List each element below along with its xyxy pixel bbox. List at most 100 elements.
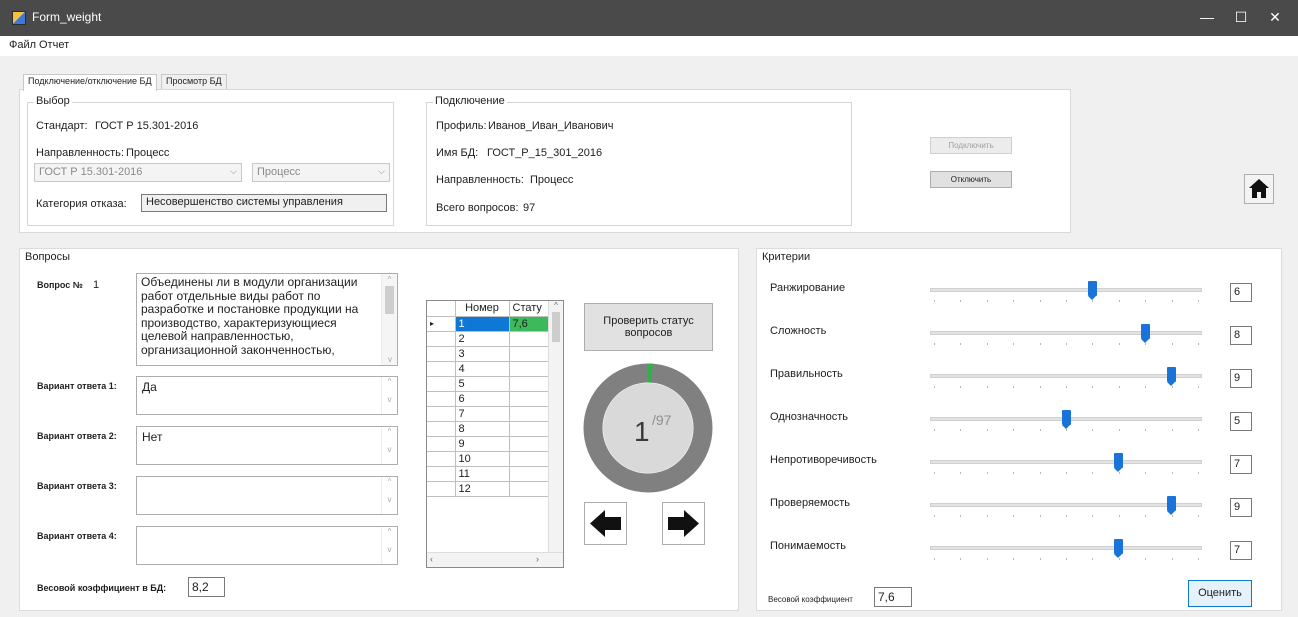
category-field[interactable]: Несовершенство системы управления [141,194,387,212]
criterion-slider[interactable] [930,503,1202,507]
criterion-value[interactable]: 8 [1230,326,1252,345]
slider-thumb[interactable] [1087,281,1097,300]
grid-cell-number[interactable]: 9 [454,435,510,452]
answer-2-field[interactable]: Нет ^ v [136,426,398,465]
table-row[interactable]: 9 [427,435,550,452]
answer-4-scrollbar[interactable]: ^ v [381,527,397,564]
table-row[interactable]: 3 [427,345,550,362]
grid-cell-number[interactable]: 2 [454,330,510,347]
row-header[interactable] [427,405,456,422]
grid-h-scrollbar[interactable]: ‹ › [427,552,563,567]
row-header[interactable] [427,345,456,362]
criterion-slider[interactable] [930,331,1202,335]
grid-cell-status[interactable] [508,330,550,347]
table-row[interactable]: 10 [427,450,550,467]
questions-grid[interactable]: Номер Стату ▸ 1 7,6 2 3 4 5 6 7 8 9 10 11 12 ^ ‹ › [426,300,564,568]
evaluate-button[interactable]: Оценить [1188,580,1252,607]
grid-cell-number[interactable]: 8 [454,420,510,437]
db-weight-field[interactable]: 8,2 [188,577,225,597]
table-row[interactable]: 11 [427,465,550,482]
answer-3-field[interactable]: ^ v [136,476,398,515]
criterion-slider[interactable] [930,288,1202,292]
criterion-value[interactable]: 9 [1230,369,1252,388]
grid-cell-status[interactable] [508,420,550,437]
criterion-value[interactable]: 7 [1230,455,1252,474]
criteria-weight-field[interactable]: 7,6 [874,587,912,607]
row-header[interactable] [427,360,456,377]
table-row[interactable]: 2 [427,330,550,347]
menu-report[interactable]: Отчет [39,39,69,51]
grid-cell-status[interactable] [508,345,550,362]
grid-cell-number[interactable]: 12 [454,480,510,497]
home-button[interactable] [1244,174,1274,204]
row-header[interactable] [427,435,456,452]
row-header[interactable] [427,465,456,482]
grid-cell-status[interactable] [508,480,550,497]
slider-thumb[interactable] [1114,539,1124,558]
table-row[interactable]: 7 [427,405,550,422]
table-row[interactable]: 5 [427,375,550,392]
table-row[interactable]: 4 [427,360,550,377]
criterion-slider[interactable] [930,374,1202,378]
slider-thumb[interactable] [1167,496,1177,515]
prev-question-button[interactable] [584,502,627,545]
row-header[interactable] [427,420,456,437]
row-header[interactable]: ▸ [427,315,456,332]
connect-button[interactable]: Подключить [930,137,1012,154]
table-row[interactable]: 12 [427,480,550,497]
question-text-box[interactable]: Объединены ли в модули организации работ… [136,273,398,366]
tab-view-db[interactable]: Просмотр БД [161,74,227,90]
tab-connection[interactable]: Подключение/отключение БД [23,74,157,91]
grid-cell-number[interactable]: 11 [454,465,510,482]
criterion-value[interactable]: 5 [1230,412,1252,431]
answer-1-scrollbar[interactable]: ^ v [381,377,397,414]
answer-3-scrollbar[interactable]: ^ v [381,477,397,514]
slider-thumb[interactable] [1140,324,1150,343]
grid-cell-number[interactable]: 4 [454,360,510,377]
disconnect-button[interactable]: Отключить [930,171,1012,188]
grid-cell-number[interactable]: 10 [454,450,510,467]
grid-v-scrollbar[interactable]: ^ [548,301,563,552]
grid-cell-number[interactable]: 3 [454,345,510,362]
slider-thumb[interactable] [1114,453,1124,472]
grid-cell-status[interactable] [508,405,550,422]
row-header[interactable] [427,375,456,392]
grid-cell-status[interactable] [508,465,550,482]
grid-cell-number[interactable]: 7 [454,405,510,422]
grid-cell-status[interactable]: 7,6 [508,315,550,332]
check-status-button[interactable]: Проверить статус вопросов [584,303,713,351]
grid-cell-number[interactable]: 6 [454,390,510,407]
grid-cell-number[interactable]: 5 [454,375,510,392]
grid-header-number[interactable]: Номер [454,301,510,317]
row-header[interactable] [427,480,456,497]
criterion-value[interactable]: 7 [1230,541,1252,560]
answer-4-field[interactable]: ^ v [136,526,398,565]
grid-cell-status[interactable] [508,435,550,452]
criterion-value[interactable]: 9 [1230,498,1252,517]
row-header[interactable] [427,390,456,407]
answer-2-scrollbar[interactable]: ^ v [381,427,397,464]
table-row[interactable]: 6 [427,390,550,407]
answer-1-field[interactable]: Да ^ v [136,376,398,415]
grid-cell-status[interactable] [508,390,550,407]
menu-file[interactable]: Файл [9,39,36,51]
direction-combo[interactable]: Процесс ⌵ [252,163,390,182]
next-question-button[interactable] [662,502,705,545]
row-header[interactable] [427,450,456,467]
grid-scroll-thumb[interactable] [552,312,560,342]
slider-thumb[interactable] [1061,410,1071,429]
question-scrollbar[interactable]: ^ v [381,274,397,365]
row-header[interactable] [427,330,456,347]
table-row[interactable]: ▸ 1 7,6 [427,315,550,332]
grid-header-status[interactable]: Стату [508,301,550,317]
grid-cell-number[interactable]: 1 [454,315,510,332]
standard-combo[interactable]: ГОСТ Р 15.301-2016 ⌵ [34,163,242,182]
slider-thumb[interactable] [1167,367,1177,386]
grid-cell-status[interactable] [508,450,550,467]
criterion-slider[interactable] [930,546,1202,550]
grid-cell-status[interactable] [508,360,550,377]
scroll-thumb[interactable] [385,286,394,314]
close-button[interactable]: ✕ [1252,0,1298,36]
criterion-slider[interactable] [930,460,1202,464]
grid-cell-status[interactable] [508,375,550,392]
